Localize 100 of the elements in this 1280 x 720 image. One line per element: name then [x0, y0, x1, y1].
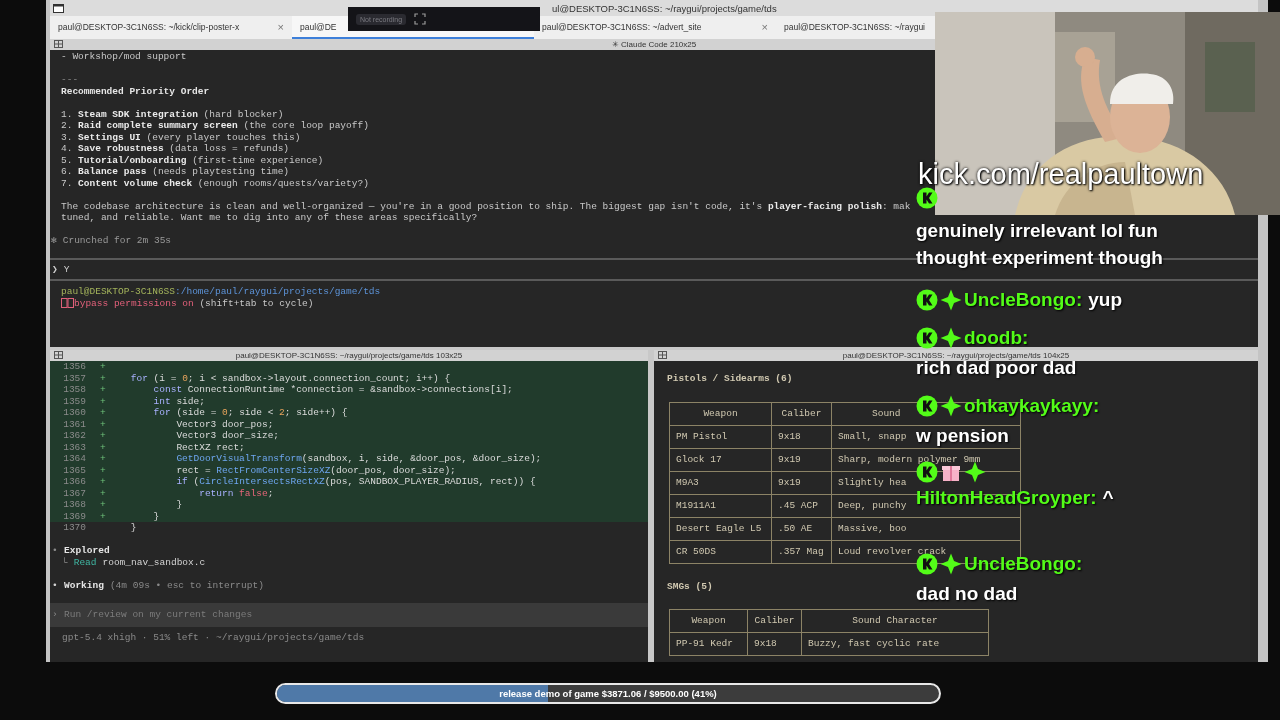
action-label: Read	[73, 556, 97, 568]
diff-marker: +	[100, 476, 106, 487]
table-cell: CR 50DS	[669, 540, 772, 563]
priority-item: 4. Save robustness (data loss = refunds)	[61, 143, 290, 155]
code-text: }	[175, 499, 183, 511]
shell-path: :/home/paul/raygui/projects/game/tds	[175, 286, 381, 298]
shell-user: paul@DESKTOP-3C1N6SS	[61, 286, 176, 298]
table-cell: Massive, boo	[831, 517, 1021, 540]
table-cell: PM Pistol	[669, 425, 772, 448]
terminal-line: tuned, and reliable. Want me to dig into any of these areas specifically?	[61, 212, 478, 224]
code-text: for (i = 0; i < sandbox->layout.connection_count; i++) {	[129, 372, 451, 384]
bullet-glyph: •	[52, 579, 58, 591]
priority-item: 5. Tutorial/onboarding (first-time experience)	[61, 154, 324, 166]
line-number: 1362	[62, 430, 86, 442]
pane-title: ✳ Claude Code 210x25	[611, 40, 697, 49]
priority-item: 1. Steam SDK integration (hard blocker)	[61, 108, 284, 120]
code-text: GetDoorVisualTransform(sandbox, i, side, &door_pos, &door_size);	[175, 453, 542, 465]
bullet-glyph: •	[52, 545, 58, 557]
column-header: Caliber	[771, 402, 832, 425]
code-text: const ConnectionRuntime *connection = &sandbox->connections[i];	[152, 384, 513, 396]
code-text: if (CircleIntersectsRectXZ(pos, SANDBOX_PLAYER_RADIUS, rect)) {	[175, 476, 536, 488]
table-cell: M9A3	[669, 471, 772, 494]
code-text: rect = RectFromCenterSizeXZ(door_pos, door_size);	[175, 464, 456, 476]
table-cell: 9x18	[771, 425, 832, 448]
prompt-glyph: ❯	[52, 263, 58, 276]
table-cell: Buzzy, fast cyclic rate	[801, 632, 989, 656]
mode-status: bypass permissions on	[74, 297, 194, 309]
code-text: int side;	[152, 395, 205, 407]
diff-marker: +	[100, 384, 106, 395]
line-number: 1356	[62, 361, 86, 373]
terminal-heading: Recommended Priority Order	[61, 85, 210, 97]
line-number: 1368	[62, 499, 86, 511]
code-text: return false;	[198, 487, 274, 499]
diff-marker: +	[100, 361, 106, 372]
line-number: 1358	[62, 384, 86, 396]
diff-marker: +	[100, 430, 106, 441]
column-header: Caliber	[747, 609, 802, 633]
table-cell: 9x19	[771, 448, 832, 471]
status-glyph: ✻	[51, 235, 57, 248]
terminal-rule: ---	[61, 74, 79, 86]
working-detail: (4m 09s • esc to interrupt)	[109, 579, 264, 591]
column-header: Sound Character	[801, 609, 989, 633]
chat-message: ^	[1102, 489, 1114, 507]
code-text: }	[129, 522, 137, 534]
pane-title: paul@DESKTOP-3C1N6SS: ~/raygui/projects/game/tds 103x25	[235, 349, 463, 362]
table-cell: 9x18	[747, 632, 802, 656]
diff-marker: +	[100, 372, 106, 384]
diff-marker: +	[100, 510, 106, 522]
section-title: Explored	[64, 545, 110, 557]
table-cell: .357 Mag	[771, 540, 832, 563]
diff-marker: +	[100, 441, 106, 453]
priority-item: 3. Settings UI (every player touches this)	[61, 131, 301, 143]
table-cell: .50 AE	[771, 517, 832, 540]
section-heading: Pistols / Sidearms (6)	[667, 373, 794, 385]
pane-title: paul@DESKTOP-3C1N6SS: ~/raygui/projects/game/tds 104x25	[842, 349, 1070, 360]
priority-item: 6. Balance pass (needs playtesting time)	[61, 166, 290, 178]
chat-message: rich dad poor dad	[916, 359, 1077, 377]
table-cell: Glock 17	[669, 448, 772, 471]
line-number: 1364	[62, 453, 86, 465]
line-number: 1365	[62, 464, 86, 476]
terminal-line: The codebase architecture is clean and well-organized — you're in a good position to ship. The biggest gap isn't code, it's player-facing polish: mak	[61, 200, 911, 212]
line-number: 1370	[62, 522, 86, 534]
window-title: ul@DESKTOP-3C1N6SS: ~/raygui/projects/game/tds	[552, 2, 777, 14]
line-number: 1363	[62, 441, 86, 453]
diff-marker: +	[100, 418, 106, 430]
diff-marker: +	[100, 453, 106, 464]
line-number: 1369	[62, 510, 86, 522]
column-header: Weapon	[669, 402, 772, 425]
diff-marker: +	[100, 407, 106, 418]
priority-item: 2. Raid complete summary screen (the core loop payoff)	[61, 120, 369, 132]
input-glyph: ›	[52, 608, 58, 621]
line-number: 1359	[62, 395, 86, 407]
terminal-line: - Workshop/mod support	[61, 51, 187, 63]
line-number: 1360	[62, 407, 86, 419]
chat-message: w pension	[916, 427, 1009, 445]
priority-item: 7. Content volume check (enough rooms/quests/variety?)	[61, 177, 369, 189]
line-number: 1361	[62, 418, 86, 430]
diff-marker: +	[100, 499, 106, 510]
working-label: Working	[64, 579, 104, 591]
section-heading: SMGs (5)	[667, 580, 714, 592]
diff-marker: +	[100, 487, 106, 499]
file-name: room_nav_sandbox.c	[102, 556, 206, 568]
table-cell: 9x19	[771, 471, 832, 494]
code-text: for (side = 0; side < 2; side++) {	[152, 407, 348, 419]
diff-marker: +	[100, 464, 106, 476]
line-number: 1366	[62, 476, 86, 488]
status-text: Crunched for 2m 35s	[62, 235, 172, 248]
column-header: Weapon	[669, 609, 748, 633]
line-number: 1367	[62, 487, 86, 499]
code-text: Vector3 door_size;	[175, 430, 280, 442]
table-cell: Desert Eagle L5	[669, 517, 772, 540]
status-line: gpt-5.4 xhigh · 51% left · ~/raygui/projects/game/tds	[61, 631, 366, 643]
mode-hint: (shift+tab to cycle)	[199, 297, 314, 309]
prompt-text: Y	[63, 263, 70, 276]
diff-marker: +	[100, 395, 106, 407]
table-cell: PP-91 Kedr	[669, 632, 748, 656]
chat-message: dad no dad	[916, 585, 1018, 603]
chat-message: yup	[1088, 291, 1122, 309]
tree-branch: └	[62, 556, 68, 568]
table-cell: .45 ACP	[771, 494, 832, 517]
